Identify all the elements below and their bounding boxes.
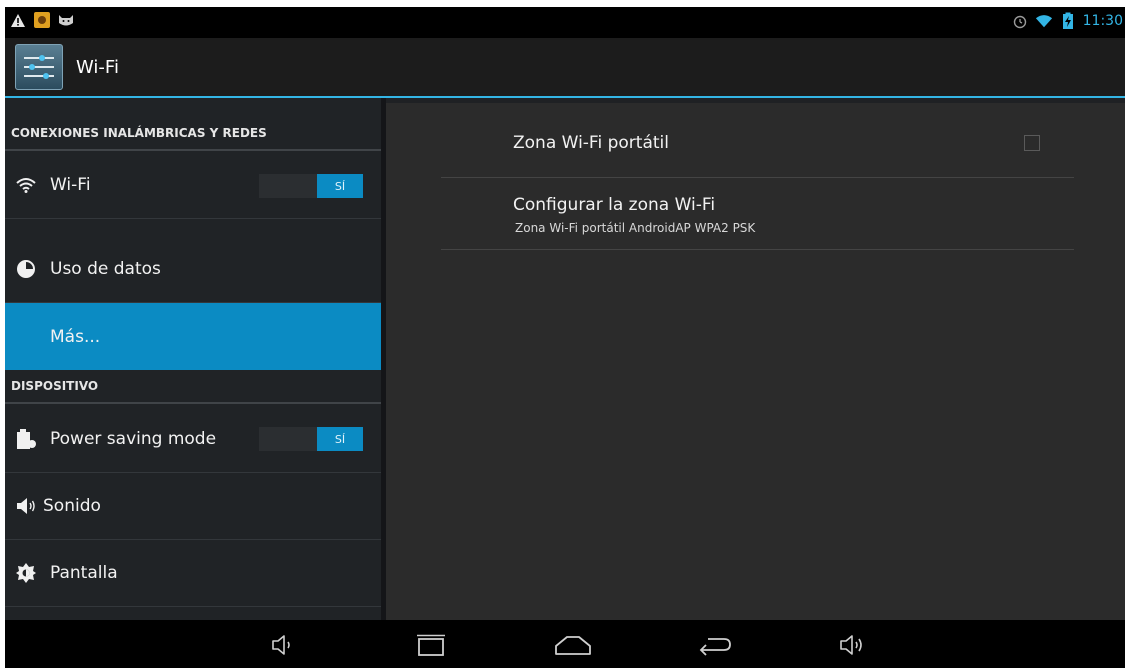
- recent-apps-icon[interactable]: [411, 630, 451, 660]
- status-bar-notifications: [9, 11, 75, 29]
- status-bar-time: 11:30: [1082, 13, 1123, 29]
- section-header-wireless: CONEXIONES INALÁMBRICAS Y REDES: [5, 117, 381, 151]
- battery-saver-icon: [15, 428, 37, 450]
- hotspot-checkbox[interactable]: [1024, 135, 1040, 151]
- settings-item-sound[interactable]: Sonido: [5, 473, 381, 540]
- display-icon: [15, 562, 37, 584]
- navigation-bar: [5, 620, 1125, 668]
- settings-headers-list: CONEXIONES INALÁMBRICAS Y REDES Wi-Fi SÍ…: [5, 98, 381, 620]
- sound-icon: [15, 495, 37, 517]
- settings-item-wifi[interactable]: Wi-Fi SÍ: [5, 152, 381, 219]
- status-bar-system: 11:30: [1011, 12, 1123, 30]
- configure-hotspot-title: Configurar la zona Wi-Fi: [513, 195, 716, 215]
- warning-icon: [9, 11, 27, 29]
- android-cat-icon: [57, 11, 75, 29]
- action-bar: Wi-Fi: [5, 38, 1125, 96]
- settings-item-display[interactable]: Pantalla: [5, 540, 381, 607]
- data-usage-icon: [15, 258, 37, 280]
- wifi-icon: [15, 174, 37, 196]
- wifi-signal-icon: [1035, 12, 1053, 30]
- home-icon[interactable]: [553, 630, 593, 660]
- back-icon[interactable]: [693, 630, 733, 660]
- section-header-device: DISPOSITIVO: [5, 370, 381, 404]
- settings-item-data-usage[interactable]: Uso de datos: [5, 236, 381, 303]
- settings-item-power-saving[interactable]: Power saving mode SÍ: [5, 406, 381, 473]
- wifi-toggle-on: SÍ: [317, 174, 363, 198]
- power-saving-toggle-on: SÍ: [317, 427, 363, 451]
- alarm-icon: [1011, 12, 1029, 30]
- hotspot-title: Zona Wi-Fi portátil: [513, 133, 669, 153]
- settings-item-label: Sonido: [43, 496, 101, 516]
- page-title: Wi-Fi: [76, 57, 119, 78]
- settings-detail-pane: Zona Wi-Fi portátil Configurar la zona W…: [386, 103, 1125, 620]
- status-bar: 11:30: [5, 7, 1125, 38]
- settings-item-more[interactable]: Más...: [5, 303, 381, 370]
- configure-hotspot-subtitle: Zona Wi-Fi portátil AndroidAP WPA2 PSK: [515, 221, 756, 235]
- volume-up-icon[interactable]: [833, 630, 873, 660]
- settings-item-label: Uso de datos: [50, 259, 161, 279]
- settings-item-label: Power saving mode: [50, 429, 217, 449]
- notification-app-icon: [33, 11, 51, 29]
- settings-item-label: Pantalla: [50, 563, 118, 583]
- settings-item-label: Más...: [50, 326, 101, 347]
- wifi-toggle[interactable]: SÍ: [259, 174, 363, 198]
- settings-app-icon[interactable]: [15, 44, 63, 90]
- power-saving-toggle[interactable]: SÍ: [259, 427, 363, 451]
- settings-item-label: Wi-Fi: [50, 175, 91, 195]
- volume-down-icon[interactable]: [263, 630, 303, 660]
- battery-charging-icon: [1059, 12, 1077, 30]
